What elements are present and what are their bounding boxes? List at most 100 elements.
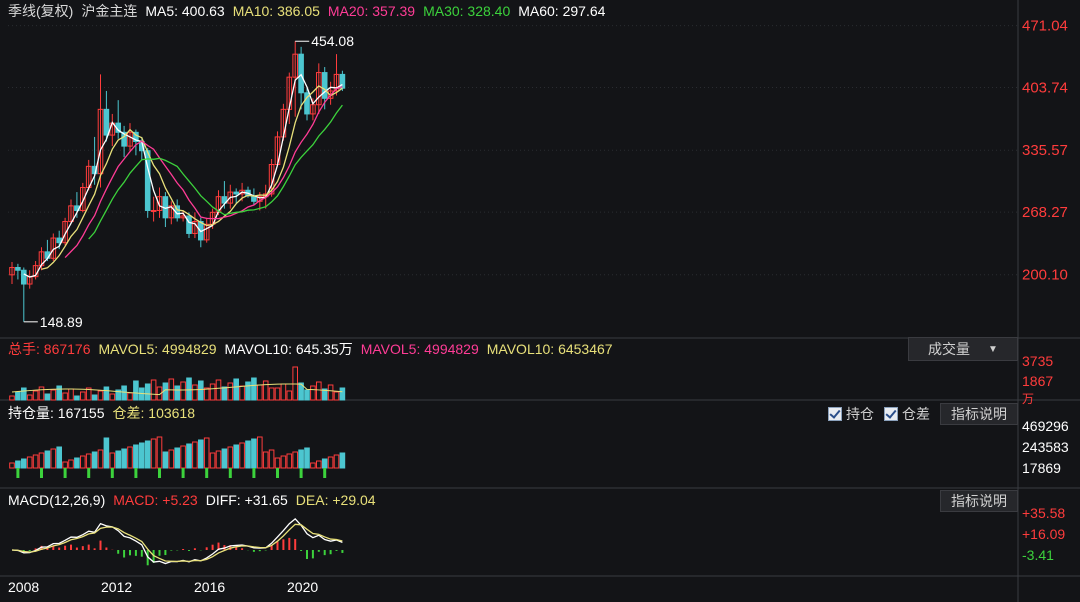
volume-bar xyxy=(62,392,68,401)
oi-bar xyxy=(150,438,157,469)
oi-bar xyxy=(333,454,340,469)
volume-bar xyxy=(32,390,39,401)
oi-diff-bar xyxy=(276,468,279,478)
oi-bar xyxy=(257,436,263,469)
oi-bar xyxy=(32,454,39,469)
oi-bar xyxy=(115,450,122,469)
candle-body xyxy=(103,108,110,136)
volume-bar xyxy=(74,395,80,401)
max-price-label: 454.08 xyxy=(311,33,354,49)
candle-body xyxy=(321,72,328,99)
oi-bar xyxy=(262,451,269,469)
oi-legend-label: 持仓量: 167155 xyxy=(8,405,105,421)
oi-diff-bar xyxy=(40,468,43,478)
volume-bar xyxy=(144,383,151,401)
oi-tick-label: 243583 xyxy=(1022,439,1069,455)
volume-bar xyxy=(38,386,45,401)
oi-bar xyxy=(327,456,334,469)
oi-bar xyxy=(304,447,310,469)
oi-diff-bar xyxy=(16,468,20,478)
ma5-line xyxy=(23,73,343,278)
oi-diff-checkbox[interactable]: 仓差 xyxy=(884,404,930,424)
oi-diff-bar xyxy=(252,468,256,478)
macd-indicator-help-button[interactable]: 指标说明 xyxy=(940,490,1018,512)
volume-bar xyxy=(262,380,269,401)
volume-indicator-dropdown[interactable]: 成交量 ▼ xyxy=(908,337,1018,361)
oi-diff-bar xyxy=(299,468,303,478)
macd-tick-label: +16.09 xyxy=(1022,526,1065,542)
price-tick-label: 471.04 xyxy=(1022,18,1068,35)
volume-bar xyxy=(15,391,21,401)
oi-bar xyxy=(127,446,133,469)
oi-diff-bar xyxy=(323,468,327,478)
oi-bar xyxy=(26,456,33,469)
volume-bar xyxy=(239,385,245,401)
oi-bar xyxy=(133,444,139,469)
volume-dropdown-label: 成交量 xyxy=(928,341,971,357)
oi-bar xyxy=(56,446,63,469)
oi-bar xyxy=(156,436,163,469)
oi-checkbox-label: 持仓 xyxy=(846,406,874,422)
ma-legend-label: MA60: 297.64 xyxy=(518,3,605,19)
volume-bar xyxy=(310,385,316,401)
chart-canvas: 471.04 403.74 335.57 268.27 200.10 季线(复权) 沪金主连… xyxy=(0,0,1080,602)
year-tick-label: 2008 xyxy=(8,579,39,595)
volume-bar xyxy=(174,385,180,401)
volume-bar xyxy=(21,387,27,401)
oi-bar xyxy=(251,438,257,469)
oi-diff-bar xyxy=(228,468,232,478)
candle-body xyxy=(21,269,27,285)
volume-bar xyxy=(133,380,139,401)
volume-bar xyxy=(56,385,63,401)
oi-bar xyxy=(274,457,281,469)
oi-bar xyxy=(186,443,192,469)
oi-indicator-help-button[interactable]: 指标说明 xyxy=(940,403,1018,425)
oi-help-label: 指标说明 xyxy=(951,406,1007,422)
macd-tick-label: +35.58 xyxy=(1022,505,1065,521)
oi-diff-bar xyxy=(205,468,209,478)
ma-legend-label: MA5: 400.63 xyxy=(145,3,225,19)
oi-bar xyxy=(74,457,80,469)
volume-tick-label: 1867 xyxy=(1022,373,1053,389)
volume-bar xyxy=(327,384,334,401)
oi-bar xyxy=(162,451,169,469)
macd-legend-label: DEA: +29.04 xyxy=(296,492,376,508)
oi-bar xyxy=(68,459,74,469)
check-icon xyxy=(884,407,898,421)
volume-bar xyxy=(127,392,133,401)
volume-bar xyxy=(292,366,298,401)
oi-diff-checkbox-label: 仓差 xyxy=(902,406,930,422)
volume-legend-label: MAVOL5: 4994829 xyxy=(361,341,479,357)
volume-tick-label: 3735 xyxy=(1022,353,1053,369)
oi-bar xyxy=(15,460,21,469)
oi-bar xyxy=(91,451,98,469)
oi-bar xyxy=(292,451,298,469)
oi-bar xyxy=(286,453,293,469)
volume-bar xyxy=(150,379,157,401)
volume-bar xyxy=(109,393,116,401)
oi-bar xyxy=(321,458,328,469)
oi-bar xyxy=(50,448,57,469)
period-label: 季线(复权) xyxy=(8,3,73,19)
volume-bar xyxy=(304,389,310,401)
oi-bar xyxy=(268,449,275,469)
volume-bar xyxy=(91,394,98,401)
volume-legend-label: 总手: 867176 xyxy=(8,341,91,357)
symbol-label: 沪金主连 xyxy=(81,3,137,19)
price-tick-label: 268.27 xyxy=(1022,204,1068,221)
oi-tick-label: 17869 xyxy=(1022,460,1061,476)
oi-bar xyxy=(103,437,110,469)
oi-bar xyxy=(168,449,175,469)
oi-checkbox[interactable]: 持仓 xyxy=(828,404,874,424)
volume-bar xyxy=(233,378,239,401)
oi-tick-label: 469296 xyxy=(1022,418,1069,434)
volume-bar xyxy=(251,377,257,401)
candle-body xyxy=(150,209,157,212)
oi-diff-bar xyxy=(110,468,114,478)
volume-bar xyxy=(268,387,275,401)
check-icon xyxy=(828,407,842,421)
oi-bar xyxy=(80,455,86,469)
volume-bar xyxy=(203,387,210,401)
oi-diff-bar xyxy=(134,468,138,478)
oi-bar xyxy=(144,440,151,469)
